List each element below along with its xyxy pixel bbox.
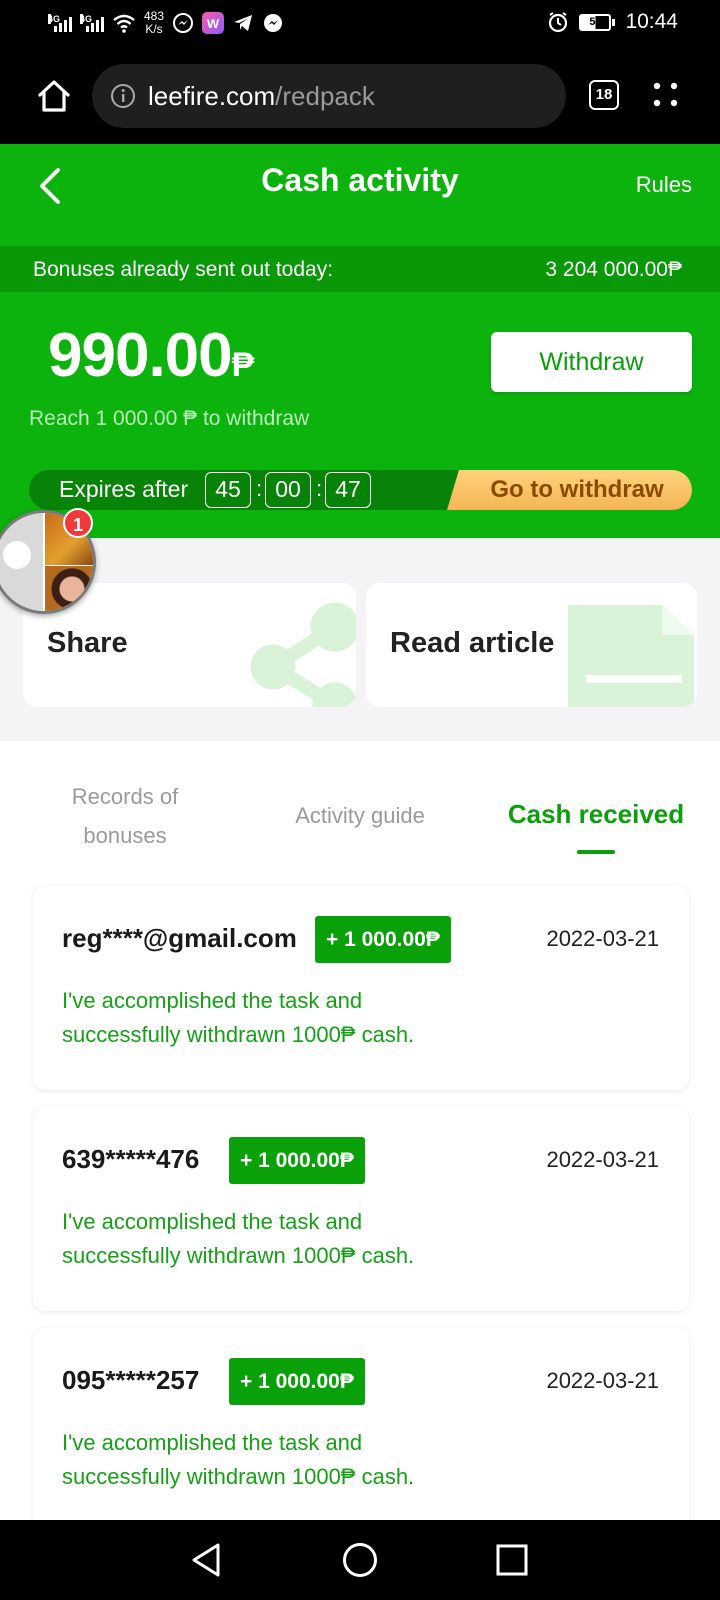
- record-date: 2022-03-21: [546, 1368, 659, 1393]
- timer-separator: :: [316, 476, 323, 501]
- battery-level: 51: [579, 13, 612, 31]
- timer-separator: :: [256, 476, 263, 501]
- expiry-bar: Expires after 45 : 00 : 47 Go to withdra…: [29, 470, 692, 510]
- record-user: reg****@gmail.com: [62, 923, 297, 953]
- speed-unit: K/s: [145, 22, 163, 36]
- go-to-withdraw-button[interactable]: Go to withdraw: [447, 470, 692, 510]
- network-speed: 483 K/s: [144, 10, 164, 36]
- record-card: 639*****476 + 1 000.00₱ 2022-03-21 I've …: [33, 1107, 689, 1311]
- clock: 10:44: [625, 10, 678, 33]
- status-left: 4G 4G 483 K/s W: [48, 10, 284, 36]
- withdraw-button[interactable]: Withdraw: [491, 332, 692, 392]
- tab-label: Records of: [71, 784, 179, 809]
- bonus-summary-strip: Bonuses already sent out today: 3 204 00…: [0, 246, 720, 292]
- task-label-read-article: Read article: [390, 627, 555, 659]
- record-amount-badge: + 1 000.00₱: [315, 916, 451, 963]
- record-amount-badge: + 1 000.00₱: [229, 1358, 365, 1405]
- wifi-icon: [113, 14, 135, 33]
- system-navigation-bar: [0, 1520, 720, 1600]
- messenger-icon: [173, 13, 194, 33]
- record-card: 095*****257 + 1 000.00₱ 2022-03-21 I've …: [33, 1328, 689, 1532]
- url-text[interactable]: leefire.com/redpack: [148, 81, 375, 112]
- tab-activity-guide[interactable]: Activity guide: [270, 796, 450, 835]
- record-user: 095*****257: [62, 1365, 200, 1395]
- status-bar: 4G 4G 483 K/s W 51 10:44: [0, 0, 720, 48]
- avatar: [0, 513, 43, 611]
- record-message: I've accomplished the task and successfu…: [62, 1209, 415, 1268]
- w-app-icon: W: [202, 12, 225, 34]
- home-circle-icon[interactable]: [340, 1540, 380, 1580]
- network-type-2: 4G: [80, 14, 93, 24]
- record-card: reg****@gmail.com + 1 000.00₱ 2022-03-21…: [33, 886, 689, 1090]
- expires-label: Expires after: [59, 476, 189, 502]
- record-date: 2022-03-21: [546, 1147, 659, 1172]
- rules-link[interactable]: Rules: [636, 172, 692, 198]
- recents-square-icon[interactable]: [492, 1540, 532, 1580]
- read-article-card[interactable]: Read article: [366, 583, 697, 707]
- page-title: Cash activity: [261, 162, 459, 198]
- signal-2-icon: 4G: [80, 14, 104, 32]
- record-user: 639*****476: [62, 1144, 200, 1174]
- telegram-icon: [234, 15, 253, 31]
- app-root: 4G 4G 483 K/s W 51 10:44 leefire.com/red…: [0, 0, 720, 1600]
- timer-seconds: 47: [325, 472, 371, 508]
- balance-value: 990.00: [48, 321, 233, 390]
- balance-currency: ₱: [231, 346, 255, 384]
- network-type-1: 4G: [48, 14, 61, 24]
- home-icon[interactable]: [36, 78, 72, 114]
- task-label-share: Share: [47, 627, 128, 659]
- timer-minutes: 00: [265, 472, 311, 508]
- record-date: 2022-03-21: [546, 926, 659, 951]
- tabs-button[interactable]: 18: [589, 80, 619, 110]
- document-icon: [568, 605, 694, 707]
- address-bar[interactable]: leefire.com/redpack: [92, 64, 566, 128]
- balance-amount: 990.00₱: [48, 320, 255, 391]
- back-triangle-icon[interactable]: [186, 1540, 226, 1580]
- info-icon[interactable]: [110, 83, 136, 109]
- tab-label: bonuses: [83, 823, 167, 848]
- tab-cash-received[interactable]: Cash received: [496, 795, 696, 834]
- record-message: I've accomplished the task and successfu…: [62, 1430, 415, 1489]
- alarm-icon: [549, 12, 568, 33]
- menu-dots-icon[interactable]: [652, 81, 680, 109]
- share-icon: [250, 603, 356, 707]
- record-message: I've accomplished the task and successfu…: [62, 988, 415, 1047]
- record-amount-badge: + 1 000.00₱: [229, 1137, 365, 1184]
- withdraw-threshold-text: Reach 1 000.00 ₱ to withdraw: [29, 407, 310, 430]
- messenger-icon-2: [264, 14, 283, 32]
- battery-icon: 51: [579, 13, 616, 31]
- signal-1-icon: 4G: [48, 14, 72, 32]
- notification-badge: 1: [63, 508, 93, 538]
- timer-hours: 45: [205, 472, 251, 508]
- status-right: 51 10:44: [547, 10, 678, 34]
- bonus-label: Bonuses already sent out today:: [33, 258, 334, 281]
- avatar: [45, 566, 93, 611]
- tab-records-of-bonuses[interactable]: Records of bonuses: [40, 777, 210, 855]
- bonus-value: 3 204 000.00₱: [545, 258, 682, 281]
- active-tab-indicator: [577, 850, 615, 854]
- url-domain: leefire.com: [148, 80, 276, 111]
- url-path: /redpack: [275, 80, 375, 111]
- browser-toolbar: leefire.com/redpack 18: [0, 48, 720, 144]
